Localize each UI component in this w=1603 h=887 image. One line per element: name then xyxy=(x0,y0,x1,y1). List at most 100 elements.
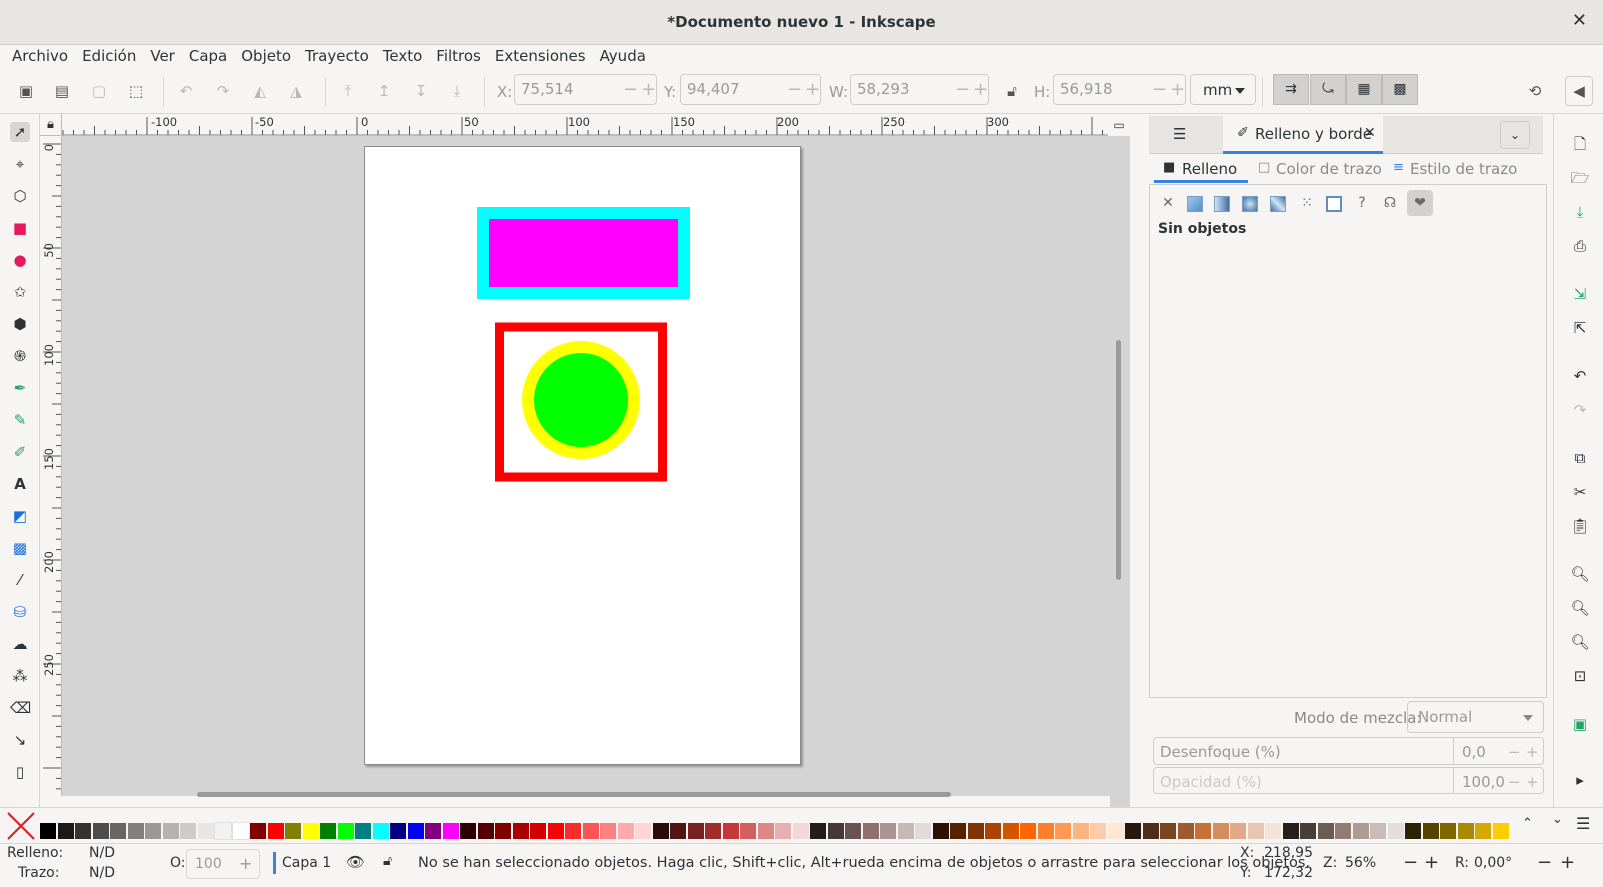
text-tool-icon[interactable]: A xyxy=(10,474,30,494)
palette-swatch[interactable] xyxy=(337,823,354,839)
opacity-spin[interactable]: 100 + xyxy=(186,849,260,879)
minus-icon[interactable]: − xyxy=(1508,743,1521,761)
palette-swatch[interactable] xyxy=(932,823,949,839)
menu-capa[interactable]: Capa xyxy=(183,45,233,67)
node-tool-icon[interactable]: ⌖ xyxy=(10,154,30,174)
palette-swatch[interactable] xyxy=(1300,823,1316,839)
spiral-tool-icon[interactable]: ֍ xyxy=(10,346,30,366)
x-field[interactable]: 75,514 − + xyxy=(514,74,657,105)
palette-swatch[interactable] xyxy=(231,822,250,840)
radial-gradient-icon[interactable] xyxy=(1242,196,1258,212)
palette-swatch[interactable] xyxy=(372,823,389,839)
subtab-stroke-paint[interactable]: Color de trazo xyxy=(1276,160,1382,178)
select-same-icon[interactable]: ⬚ xyxy=(126,81,146,101)
palette-swatch[interactable] xyxy=(1125,823,1141,839)
layer-lock-icon[interactable]: 🔓︎ xyxy=(383,853,392,869)
palette-swatch[interactable] xyxy=(1457,823,1474,839)
chevron-down-icon[interactable]: ⌄ xyxy=(1500,121,1530,149)
palette-swatch[interactable] xyxy=(862,823,879,839)
palette-swatch[interactable] xyxy=(197,823,214,839)
palette-swatch[interactable] xyxy=(1422,823,1439,839)
palette-swatch[interactable] xyxy=(652,823,669,839)
tab-fill-stroke[interactable]: ✐ Relleno y borde ✕ xyxy=(1223,116,1383,154)
lock-guides-icon[interactable]: 🔒︎ xyxy=(40,114,62,136)
palette-swatch[interactable] xyxy=(1405,823,1421,839)
lower-bottom-icon[interactable]: ⤓ xyxy=(447,81,467,101)
palette-swatch[interactable] xyxy=(775,823,791,839)
save-icon[interactable]: ⤓ xyxy=(1570,202,1590,222)
pages-tool-icon[interactable]: ▯ xyxy=(10,762,30,782)
palette-swatch[interactable] xyxy=(1020,823,1036,839)
cut-icon[interactable]: ✂ xyxy=(1570,482,1590,502)
display-mode-icon[interactable]: ▭ xyxy=(1108,114,1130,136)
fill-rule-evenodd-icon[interactable]: ☊ xyxy=(1379,192,1401,214)
palette-swatch[interactable] xyxy=(1177,823,1194,839)
palette-swatch[interactable] xyxy=(495,823,511,839)
horizontal-ruler[interactable]: -100 -50 0 50 100 150 200 250 300 xyxy=(40,114,1110,136)
select-all-icon[interactable]: ▣ xyxy=(16,81,36,101)
paint-bucket-tool-icon[interactable]: ⛁ xyxy=(10,602,30,622)
palette-swatch[interactable] xyxy=(110,823,126,839)
mesh-tool-icon[interactable]: ▩ xyxy=(10,538,30,558)
palette-swatch[interactable] xyxy=(302,823,319,839)
no-paint-icon[interactable]: ✕ xyxy=(1157,192,1179,214)
flat-color-icon[interactable] xyxy=(1187,196,1203,212)
horizontal-scrollbar[interactable] xyxy=(197,792,951,797)
opacity-field[interactable]: Opacidad (%) 100,0 − + xyxy=(1153,767,1544,794)
palette-swatch[interactable] xyxy=(442,823,459,839)
tweak-tool-icon[interactable]: ☁ xyxy=(10,634,30,654)
palette-swatch[interactable] xyxy=(1160,823,1176,839)
palette-swatch[interactable] xyxy=(827,823,844,839)
subtab-fill-label[interactable]: Relleno xyxy=(1182,160,1237,178)
zoom-width-icon[interactable]: ⊡ xyxy=(1570,666,1590,686)
pencil-tool-icon[interactable]: ✎ xyxy=(10,410,30,430)
menu-texto[interactable]: Texto xyxy=(377,45,429,67)
palette-swatch[interactable] xyxy=(547,823,564,839)
minus-icon[interactable]: − xyxy=(955,79,970,100)
copy-icon[interactable]: ⧉ xyxy=(1570,448,1590,468)
palette-swatch[interactable] xyxy=(180,823,196,839)
palette-swatch[interactable] xyxy=(967,823,984,839)
plus-icon[interactable]: + xyxy=(805,79,820,100)
palette-swatch[interactable] xyxy=(1090,823,1106,839)
palette-swatch[interactable] xyxy=(1387,823,1404,839)
bezier-tool-icon[interactable]: ✒ xyxy=(10,378,30,398)
minus-icon[interactable]: − xyxy=(787,79,802,100)
palette-swatch[interactable] xyxy=(792,823,809,839)
palette-swatch[interactable] xyxy=(285,823,301,839)
scale-corners-toggle[interactable]: ⤿ xyxy=(1310,74,1346,105)
magenta-rectangle[interactable] xyxy=(477,207,690,299)
palette-scroll-up-icon[interactable]: ⌃ xyxy=(1522,816,1533,831)
palette-swatch[interactable] xyxy=(355,823,371,839)
palette-swatch[interactable] xyxy=(915,823,931,839)
palette-swatch[interactable] xyxy=(600,823,616,839)
rotate-plus-icon[interactable]: + xyxy=(1560,852,1575,873)
close-window-icon[interactable]: ✕ xyxy=(1572,10,1587,31)
w-field[interactable]: 58,293 − + xyxy=(850,74,989,105)
swatch-icon[interactable] xyxy=(1326,196,1342,212)
raise-icon[interactable]: ↥ xyxy=(374,81,394,101)
palette-swatch[interactable] xyxy=(214,822,232,840)
unit-select[interactable]: mm xyxy=(1190,74,1256,105)
palette-swatch[interactable] xyxy=(75,823,91,839)
export-icon[interactable]: ⇱ xyxy=(1570,318,1590,338)
menu-objeto[interactable]: Objeto xyxy=(235,45,297,67)
vertical-scrollbar[interactable] xyxy=(1116,340,1121,580)
drawing-canvas[interactable] xyxy=(62,136,1110,796)
palette-swatch[interactable] xyxy=(582,823,599,839)
palette-swatch[interactable] xyxy=(460,823,476,839)
green-circle[interactable] xyxy=(522,341,640,459)
more-commands-icon[interactable]: ▸ xyxy=(1570,770,1590,790)
palette-swatch[interactable] xyxy=(1352,823,1369,839)
palette-swatch[interactable] xyxy=(705,823,721,839)
open-icon[interactable]: 🗁︎ xyxy=(1570,168,1590,188)
palette-swatch[interactable] xyxy=(512,823,529,839)
palette-swatch[interactable] xyxy=(162,823,179,839)
duplicate-icon[interactable]: ▣ xyxy=(1570,714,1590,734)
eraser-tool-icon[interactable]: ⌫ xyxy=(10,698,31,718)
undo-icon[interactable]: ↶ xyxy=(1570,366,1590,386)
current-layer[interactable]: Capa 1 xyxy=(282,855,331,871)
palette-swatch[interactable] xyxy=(1230,823,1246,839)
raise-top-icon[interactable]: ⤒ xyxy=(338,81,358,101)
palette-swatch[interactable] xyxy=(1142,823,1159,839)
